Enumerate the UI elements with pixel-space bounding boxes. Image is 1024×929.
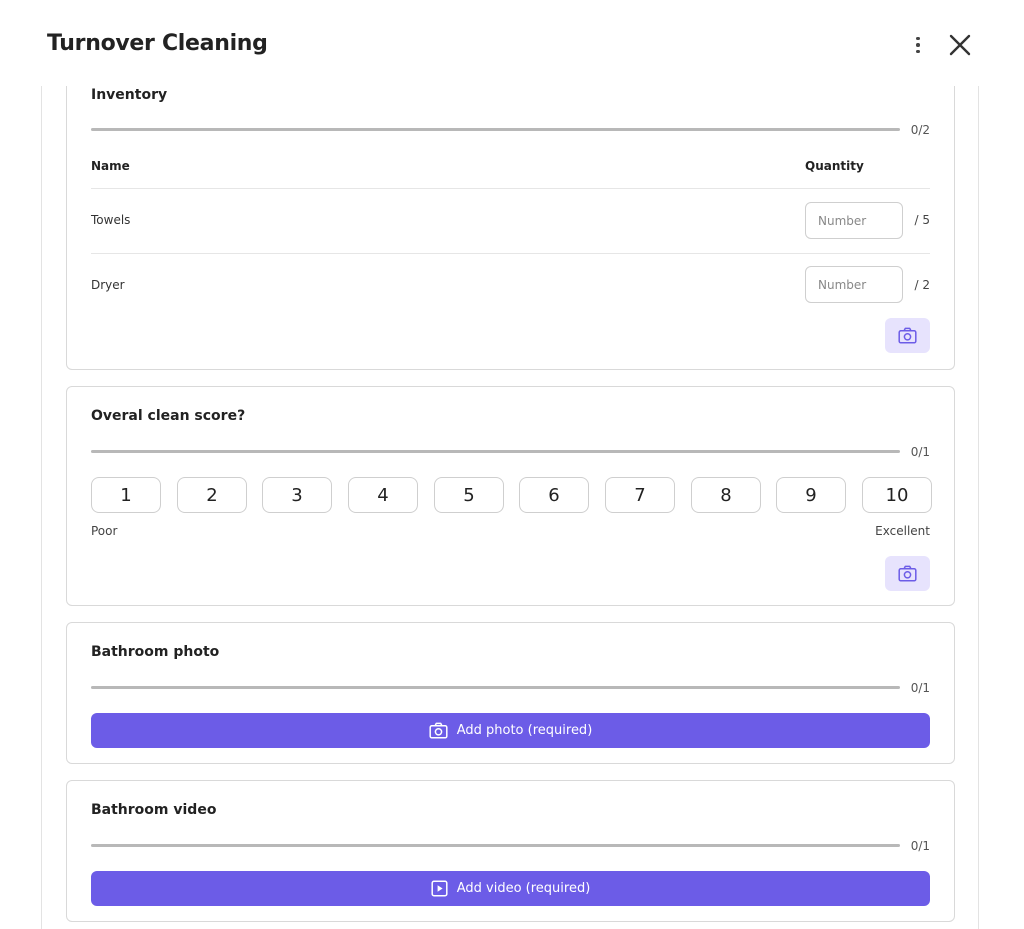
add-photo-required-button[interactable]: Add photo (required) <box>91 713 930 748</box>
inventory-card: Inventory 0/2 Name Quantity Towels / 5 D… <box>66 86 955 370</box>
score-option-9[interactable]: 9 <box>776 477 846 513</box>
camera-icon <box>898 327 917 344</box>
score-title: Overal clean score? <box>91 408 246 424</box>
camera-icon <box>429 722 448 739</box>
score-option-10[interactable]: 10 <box>862 477 932 513</box>
progress-count: 0/2 <box>910 123 930 137</box>
inventory-item-name: Dryer <box>91 278 125 292</box>
progress-count: 0/1 <box>910 839 930 853</box>
button-label: Add photo (required) <box>456 723 593 738</box>
score-option-4[interactable]: 4 <box>348 477 418 513</box>
row-divider <box>91 188 930 189</box>
score-option-7[interactable]: 7 <box>605 477 675 513</box>
progress-track <box>91 450 900 453</box>
score-progress: 0/1 <box>91 445 930 459</box>
video-play-icon <box>431 880 448 897</box>
row-divider <box>91 253 930 254</box>
progress-count: 0/1 <box>910 445 930 459</box>
progress-track <box>91 686 900 689</box>
bathroom-video-progress: 0/1 <box>91 839 930 853</box>
score-option-5[interactable]: 5 <box>434 477 504 513</box>
score-option-3[interactable]: 3 <box>262 477 332 513</box>
score-option-1[interactable]: 1 <box>91 477 161 513</box>
more-vertical-icon[interactable] <box>908 33 928 57</box>
progress-count: 0/1 <box>910 681 930 695</box>
column-header-quantity: Quantity <box>805 159 864 173</box>
camera-icon <box>898 565 917 582</box>
scale-low-label: Poor <box>91 524 118 538</box>
button-label: Add video (required) <box>456 881 591 896</box>
score-option-6[interactable]: 6 <box>519 477 589 513</box>
score-option-2[interactable]: 2 <box>177 477 247 513</box>
page-title: Turnover Cleaning <box>47 31 268 56</box>
score-options: 1 2 3 4 5 6 7 8 9 10 <box>91 477 932 513</box>
score-card: Overal clean score? 0/1 1 2 3 4 5 6 7 8 9 10 Poor… <box>66 386 955 606</box>
quantity-input-towels[interactable] <box>805 202 903 239</box>
close-icon[interactable] <box>946 31 974 59</box>
column-header-name: Name <box>91 159 130 173</box>
add-video-required-button[interactable]: Add video (required) <box>91 871 930 906</box>
bathroom-photo-progress: 0/1 <box>91 681 930 695</box>
progress-track <box>91 844 900 847</box>
quantity-input-dryer[interactable] <box>805 266 903 303</box>
add-photo-button[interactable] <box>885 556 930 591</box>
quantity-max: / 5 <box>914 213 931 227</box>
modal-header: Turnover Cleaning <box>0 0 1024 86</box>
bathroom-photo-title: Bathroom photo <box>91 644 220 660</box>
inventory-item-name: Towels <box>91 213 131 227</box>
quantity-max: / 2 <box>914 278 931 292</box>
progress-track <box>91 128 900 131</box>
score-option-8[interactable]: 8 <box>691 477 761 513</box>
scale-high-label: Excellent <box>875 524 930 538</box>
add-photo-button[interactable] <box>885 318 930 353</box>
bathroom-video-card: Bathroom video 0/1 Add video (required) <box>66 780 955 922</box>
checklist-scroll-area[interactable]: Inventory 0/2 Name Quantity Towels / 5 D… <box>41 86 979 929</box>
inventory-title: Inventory <box>91 87 168 103</box>
inventory-progress: 0/2 <box>91 123 930 137</box>
bathroom-photo-card: Bathroom photo 0/1 Add photo (required) <box>66 622 955 764</box>
bathroom-video-title: Bathroom video <box>91 802 217 818</box>
